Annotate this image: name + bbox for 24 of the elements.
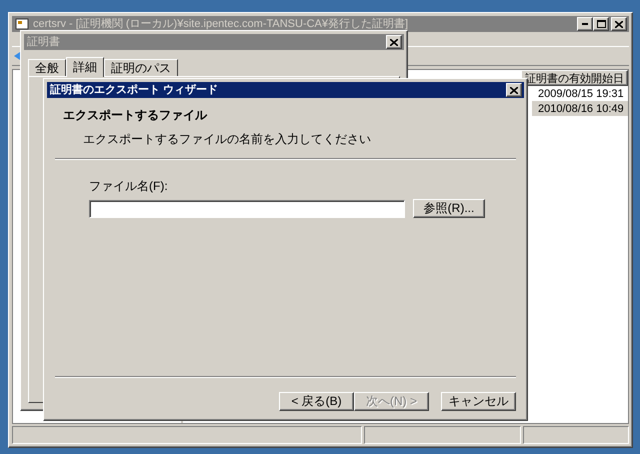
close-button[interactable] bbox=[611, 17, 627, 31]
window-title: 証明書のエクスポート ウィザード bbox=[50, 83, 220, 97]
minimize-icon bbox=[582, 23, 588, 25]
window-title: certsrv - [証明機関 (ローカル)¥site.ipentec.com-TANSU-CA¥発行した証明書] bbox=[33, 17, 410, 31]
close-icon bbox=[390, 38, 398, 46]
maximize-icon bbox=[596, 20, 606, 28]
field-label: ファイル名(F): bbox=[89, 178, 169, 195]
close-icon bbox=[510, 86, 518, 94]
tab[interactable]: 全般 bbox=[28, 59, 66, 76]
file-name-field[interactable] bbox=[89, 200, 405, 218]
tab[interactable]: 証明のパス bbox=[104, 59, 178, 76]
close-button[interactable] bbox=[386, 35, 402, 49]
table-cell: 2010/08/16 10:49 bbox=[532, 101, 628, 116]
wizard-button[interactable]: キャンセル bbox=[441, 392, 516, 411]
maximize-button[interactable] bbox=[593, 17, 609, 31]
page-description: エクスポートするファイルの名前を入力してください bbox=[82, 131, 372, 148]
window-title: 証明書 bbox=[27, 35, 61, 49]
page-heading: エクスポートするファイル bbox=[62, 107, 208, 124]
close-button[interactable] bbox=[506, 83, 522, 97]
minimize-button[interactable] bbox=[577, 17, 593, 31]
browse-button[interactable]: 参照(R)... bbox=[413, 199, 485, 218]
close-icon bbox=[615, 20, 623, 28]
wizard-button[interactable]: < 戻る(B) bbox=[279, 392, 354, 411]
tab[interactable]: 詳細 bbox=[66, 57, 104, 77]
